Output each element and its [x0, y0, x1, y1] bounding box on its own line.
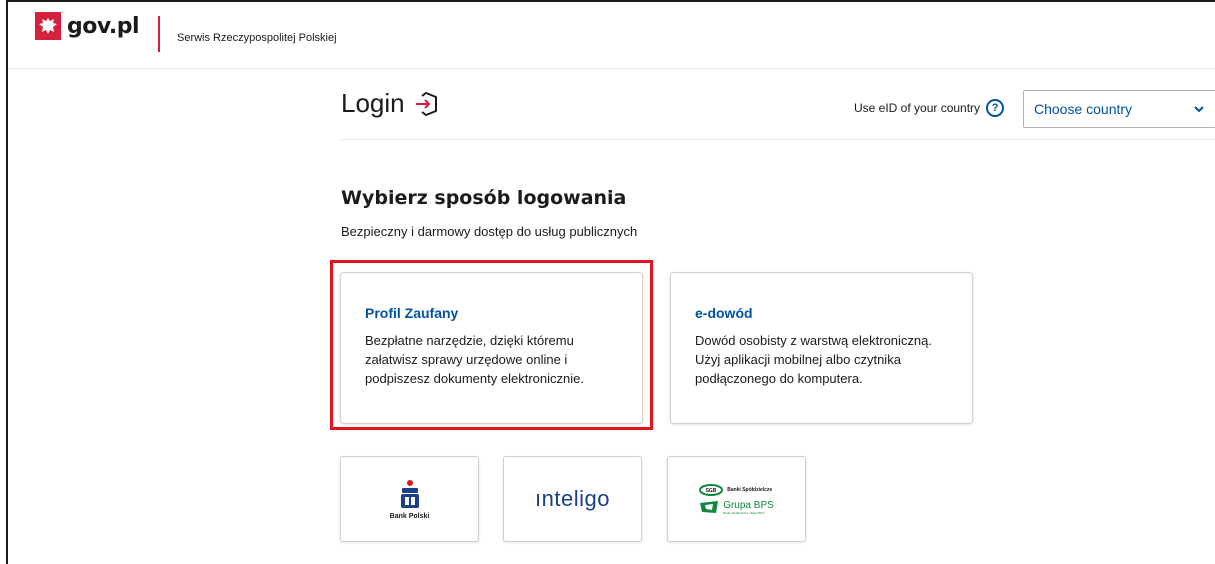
pko-logo: Bank Polski	[389, 479, 430, 520]
login-title: Login	[341, 88, 439, 119]
bps-bank-tile[interactable]: SGB Banki Spółdzielcze Grupa BPS Banki S…	[667, 456, 806, 542]
gov-logo[interactable]: gov.pl	[35, 12, 140, 40]
polish-eagle-icon	[35, 12, 61, 40]
country-select-value: Choose country	[1034, 101, 1133, 117]
card-description: Dowód osobisty z warstwą elektroniczną. …	[695, 333, 932, 386]
top-bar: gov.pl Serwis Rzeczypospolitej Polskiej	[8, 2, 1215, 69]
login-method-subtitle: Bezpieczny i darmowy dostęp do usług pub…	[341, 224, 638, 239]
card-description: Bezpłatne narzędzie, dzięki któremu zała…	[365, 333, 584, 386]
pko-piggy-icon	[400, 479, 419, 508]
bps-line2: Grupa BPS	[723, 499, 774, 511]
eid-option: Use eID of your country ?	[854, 99, 1005, 117]
pko-label: Bank Polski	[389, 512, 430, 520]
eid-label: Use eID of your country	[854, 101, 981, 115]
bps-logo: SGB Banki Spółdzielcze Grupa BPS Banki S…	[699, 483, 774, 515]
card-title: Profil Zaufany	[365, 305, 459, 321]
card-title: e-dowód	[695, 305, 753, 321]
sgb-logo-icon: SGB	[699, 483, 724, 496]
login-separator	[341, 139, 1215, 140]
header-divider	[158, 16, 160, 52]
inteligo-logo: ınteligo	[535, 486, 610, 511]
bps-line3: Banki Spółdzielcze i Bank BPS	[723, 510, 765, 515]
bps-line1: Banki Spółdzielcze	[727, 486, 773, 493]
login-title-text: Login	[341, 88, 405, 118]
sgb-badge: SGB	[706, 488, 717, 494]
help-icon[interactable]: ?	[986, 99, 1005, 117]
login-arrow-icon	[415, 91, 437, 116]
bps-logo-icon	[700, 501, 719, 513]
service-name: Serwis Rzeczypospolitej Polskiej	[177, 32, 337, 44]
inteligo-bank-tile[interactable]: ınteligo	[503, 456, 642, 542]
country-select[interactable]: Choose country	[1023, 90, 1215, 128]
chevron-down-icon	[1194, 106, 1204, 113]
login-method-heading: Wybierz sposób logowania	[341, 187, 627, 209]
page-frame: gov.pl Serwis Rzeczypospolitej Polskiej …	[6, 0, 1215, 564]
profil-zaufany-card[interactable]: Profil Zaufany Bezpłatne narzędzie, dzię…	[340, 272, 643, 424]
pko-bank-tile[interactable]: Bank Polski	[340, 456, 479, 542]
logo-text: gov.pl	[67, 13, 140, 39]
e-dowod-card[interactable]: e-dowód Dowód osobisty z warstwą elektro…	[670, 272, 973, 424]
